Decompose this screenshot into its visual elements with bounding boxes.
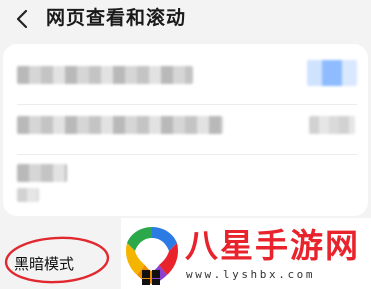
settings-row-blurred-1[interactable] — [3, 44, 368, 104]
watermark-text: 八星手游网 — [185, 226, 360, 265]
header-bar: 网页查看和滚动 — [0, 0, 371, 40]
page-title: 网页查看和滚动 — [46, 7, 187, 29]
settings-row-blurred-2[interactable] — [3, 104, 368, 154]
blurred-value — [309, 116, 355, 134]
blurred-text — [17, 164, 67, 182]
settings-row-blurred-3[interactable] — [3, 154, 368, 216]
blurred-text — [17, 116, 223, 134]
blurred-text — [17, 66, 193, 84]
blurred-toggle — [307, 60, 357, 86]
blurred-subtext — [17, 188, 39, 202]
watermark-url: www.lyshbx.com — [186, 268, 316, 281]
chevron-left-icon — [16, 9, 28, 29]
red-circle-annotation — [4, 236, 110, 284]
colorful-shield-logo — [126, 227, 178, 285]
settings-card — [3, 44, 368, 216]
back-button[interactable] — [12, 8, 32, 30]
